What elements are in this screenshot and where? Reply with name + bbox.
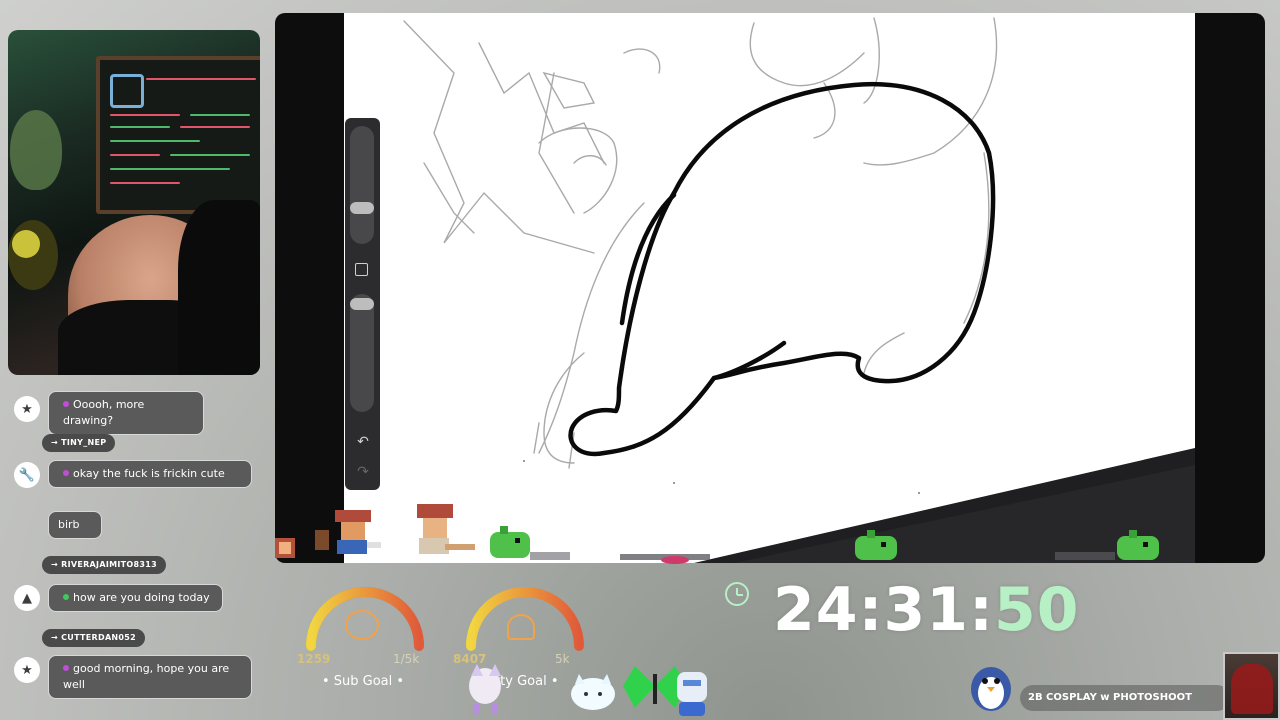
chat-message: how are you doing today [48, 584, 223, 612]
green-dino-sprite-1 [490, 526, 530, 558]
star-badge-icon: ★ [14, 657, 40, 683]
cat-avatar [571, 674, 615, 710]
streamer-mini-avatar [1223, 652, 1280, 720]
knight-avatar [677, 672, 707, 716]
sub-goal-target: 1/5k [393, 652, 420, 666]
sub-goal-label: • Sub Goal • [321, 674, 405, 689]
star-badge-icon: ★ [14, 396, 40, 422]
upcoming-stream-ticker: 2B COSPLAY w PHOTOSHOOT [1020, 685, 1230, 711]
green-dino-sprite-3 [1117, 530, 1159, 560]
chat-username: → RIVERAJAIMITO8313 [42, 556, 166, 574]
wrench-badge-icon: 🔧 [14, 462, 40, 488]
drawing-canvas[interactable] [344, 13, 1195, 563]
green-dino-sprite-2 [855, 530, 897, 560]
webcam-feed [8, 30, 260, 375]
opacity-slider[interactable] [350, 294, 374, 412]
dragon-avatar [469, 664, 501, 714]
cat-sprite-1 [315, 510, 381, 554]
color-picker-square-icon[interactable] [355, 263, 368, 276]
brush-size-slider[interactable] [350, 126, 374, 244]
timer-clock-icon [725, 582, 749, 606]
pixel-critters-row [275, 504, 1159, 564]
triangle-badge-icon: ▲ [14, 585, 40, 611]
undo-icon[interactable]: ↶ [353, 434, 373, 450]
pumpkin-icon [345, 610, 379, 640]
brush-tool-sidebar: ↶ ↷ [345, 118, 380, 490]
sub-goal-current: 1259 [297, 652, 331, 666]
chat-message: good morning, hope you are well [48, 655, 252, 699]
viewer-avatars [469, 664, 707, 716]
stream-overlay-bar: 1259 1/5k • Sub Goal • 8407 5k itty Goal… [275, 560, 1280, 720]
chat-username: → CUTTERDAN052 [42, 629, 146, 647]
redo-icon[interactable]: ↷ [353, 464, 373, 480]
drawing-canvas-window [275, 13, 1265, 563]
sub-goal-gauge: 1259 1/5k • Sub Goal • [295, 578, 435, 708]
chat-message: okay the fuck is frickin cute [48, 460, 252, 488]
opacity-handle[interactable] [350, 298, 374, 310]
chat-message: birb [48, 511, 102, 539]
brush-size-handle[interactable] [350, 202, 374, 214]
chat-message: Ooooh, more drawing? [48, 391, 204, 435]
chat-username: → TINY_NEP [42, 434, 116, 452]
whiteboard [96, 56, 260, 214]
canvas-shadow-band [694, 448, 1195, 563]
countdown-timer: 24:31:50 [773, 575, 1080, 645]
chat-panel: ★ Ooooh, more drawing? → TINY_NEP 🔧 okay… [8, 380, 270, 710]
ghost-icon [507, 614, 535, 640]
penguin-icon [971, 667, 1011, 711]
cat-sprite-2 [417, 504, 475, 554]
